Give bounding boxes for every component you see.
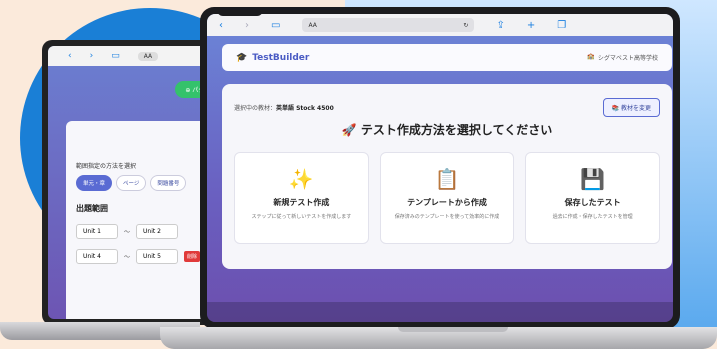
app-header: 🎓 TestBuilder 🏫 シグマベスト高等学校	[222, 44, 672, 71]
tabs-icon[interactable]: ❐	[557, 20, 566, 31]
back-nav-back-icon[interactable]: ‹	[68, 51, 72, 61]
nav-back-icon[interactable]: ‹	[219, 20, 223, 31]
floppy-disk-icon: 💾	[580, 167, 606, 191]
sparkles-icon: ✨	[288, 167, 314, 191]
clipboard-icon: 📋	[434, 167, 460, 191]
back-nav-forward-icon[interactable]: ›	[90, 51, 94, 61]
material-row: 選択中の教材：英単語 Stock 4500 📚 教材を変更	[234, 98, 660, 117]
front-laptop: ‹ › ▭ AA ↻ ⇪ + ❐ 🎓 TestBuilder 🏫 シグマベスト高…	[200, 7, 680, 329]
option-new-test[interactable]: ✨ 新規テスト作成 ステップに従って新しいテストを作成します	[234, 152, 369, 244]
unit-to-select[interactable]: Unit 2	[136, 224, 179, 239]
option-saved-tests[interactable]: 💾 保存したテスト 過去に作成・保存したテストを管理	[525, 152, 661, 244]
page-title: 🚀 テスト作成方法を選択してください	[234, 121, 660, 138]
bottom-bar	[207, 302, 673, 322]
aa-button[interactable]: AA	[308, 22, 316, 29]
nav-forward-icon[interactable]: ›	[245, 20, 249, 31]
browser-toolbar: ‹ › ▭ AA ↻ ⇪ + ❐	[207, 14, 673, 36]
book-icon[interactable]: ▭	[111, 51, 120, 61]
reload-icon[interactable]: ↻	[463, 22, 468, 29]
change-material-label: 教材を変更	[620, 105, 651, 112]
chip-question-number[interactable]: 問題番号	[150, 175, 187, 191]
chip-unit[interactable]: 単元・章	[76, 175, 113, 191]
school-icon: 🏫	[587, 53, 595, 60]
option-description: ステップに従って新しいテストを作成します	[251, 214, 352, 220]
material-info: 選択中の教材：英単語 Stock 4500	[234, 103, 334, 112]
chip-page[interactable]: ページ	[116, 175, 147, 191]
option-title: 新規テスト作成	[273, 198, 330, 207]
book-icon[interactable]: ▭	[271, 20, 280, 31]
app-name: TestBuilder	[252, 52, 310, 63]
graduation-cap-icon: 🎓	[236, 52, 248, 63]
school-name: シグマベスト高等学校	[597, 55, 658, 62]
material-label: 選択中の教材：	[234, 105, 277, 112]
method-options: ✨ 新規テスト作成 ステップに従って新しいテストを作成します 📋 テンプレートか…	[234, 152, 661, 244]
laptop-groove	[398, 327, 508, 332]
main-card: 選択中の教材：英単語 Stock 4500 📚 教材を変更 🚀 テスト作成方法を…	[222, 84, 672, 269]
share-icon[interactable]: ⇪	[496, 20, 504, 31]
page-title-text: テスト作成方法を選択してください	[360, 123, 553, 137]
front-screen: ‹ › ▭ AA ↻ ⇪ + ❐ 🎓 TestBuilder 🏫 シグマベスト高…	[207, 14, 673, 322]
add-tab-icon[interactable]: +	[527, 20, 535, 31]
change-material-button[interactable]: 📚 教材を変更	[602, 98, 660, 117]
tilde: 〜	[124, 254, 131, 261]
back-aa-button[interactable]: AA	[137, 51, 159, 61]
option-description: 過去に作成・保存したテストを管理	[552, 214, 633, 220]
option-title: テンプレートから作成	[407, 198, 487, 207]
option-description: 保存済みのテンプレートを使って効率的に作成	[394, 214, 500, 220]
option-from-template[interactable]: 📋 テンプレートから作成 保存済みのテンプレートを使って効率的に作成	[379, 152, 515, 244]
material-name: 英単語 Stock 4500	[276, 105, 334, 112]
address-bar[interactable]: AA ↻	[302, 18, 475, 32]
delete-button[interactable]: 削除	[184, 251, 201, 262]
unit-to-select[interactable]: Unit 5	[136, 249, 179, 264]
option-title: 保存したテスト	[564, 198, 621, 207]
books-icon: 📚	[611, 105, 620, 112]
school-label: 🏫 シグマベスト高等学校	[587, 53, 658, 62]
rocket-icon: 🚀	[341, 123, 357, 137]
tilde: 〜	[124, 229, 131, 236]
unit-from-select[interactable]: Unit 4	[76, 249, 118, 264]
camera-notch	[217, 7, 263, 16]
brand[interactable]: 🎓 TestBuilder	[236, 53, 309, 63]
unit-from-select[interactable]: Unit 1	[76, 224, 118, 239]
